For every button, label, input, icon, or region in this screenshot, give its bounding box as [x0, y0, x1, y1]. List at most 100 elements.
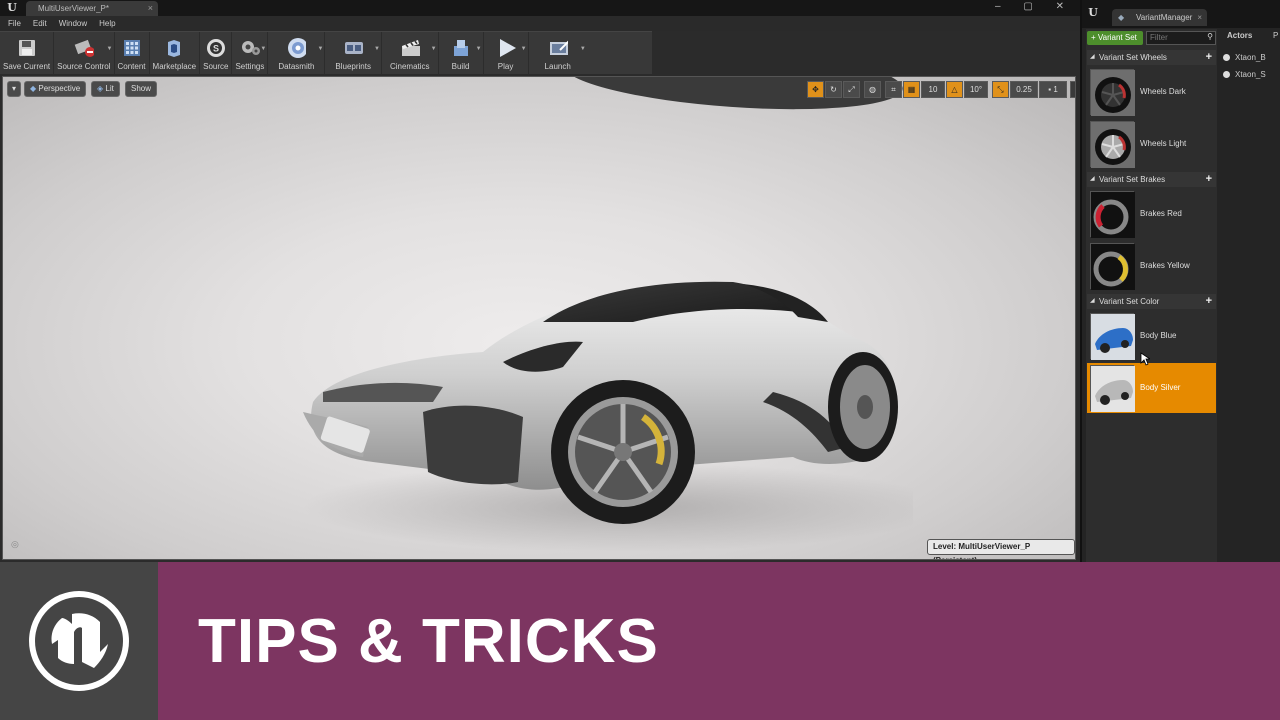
lit-button[interactable]: ◈ Lit	[91, 81, 120, 97]
collapse-arrow-icon[interactable]: ◢	[1090, 294, 1095, 309]
dropdown-arrow-icon[interactable]: ▼	[374, 46, 380, 52]
launch-button[interactable]: Launch ▼	[529, 32, 587, 75]
collapse-arrow-icon[interactable]: ◢	[1090, 172, 1095, 187]
variant-manager-tab[interactable]: ◆ VariantManager ×	[1112, 9, 1207, 26]
save-current-button[interactable]: Save Current	[0, 32, 55, 75]
source-label: Source	[203, 62, 229, 71]
variant-set-header[interactable]: ◢ Variant Set Brakes +	[1087, 172, 1216, 187]
camera-speed-value: 1	[1053, 85, 1058, 94]
build-button[interactable]: Build ▼	[439, 32, 484, 75]
variant-item[interactable]: Wheels Light	[1087, 119, 1216, 169]
document-tab[interactable]: MultiUserViewer_P* ×	[26, 1, 158, 16]
car-render-image	[303, 281, 913, 552]
variant-set-header[interactable]: ◢ Variant Set Color +	[1087, 294, 1216, 309]
grid-snap-icon[interactable]: ▦	[903, 81, 920, 98]
blueprints-button[interactable]: Blueprints ▼	[325, 32, 382, 75]
viewport-options-button[interactable]: ▾	[7, 81, 21, 97]
dropdown-arrow-icon[interactable]: ▼	[476, 46, 482, 52]
rotate-tool-icon[interactable]: ↻	[825, 81, 842, 98]
add-variant-set-button[interactable]: + Variant Set	[1087, 31, 1143, 45]
play-label: Play	[497, 62, 514, 71]
banner-title: TIPS & TRICKS	[198, 607, 659, 676]
actors-column-header: Actors	[1227, 31, 1253, 40]
play-icon	[496, 38, 516, 58]
unreal-engine-logo-icon	[29, 591, 129, 691]
rotation-snap-icon[interactable]: △	[946, 81, 963, 98]
filter-input[interactable]: Filter ⚲	[1146, 31, 1216, 45]
dropdown-arrow-icon[interactable]: ▼	[521, 46, 527, 52]
world-local-icon[interactable]: ◍	[864, 81, 881, 98]
marketplace-icon	[164, 38, 184, 58]
dropdown-arrow-icon[interactable]: ▼	[107, 46, 113, 52]
scale-snap-icon[interactable]: ⤡	[992, 81, 1009, 98]
translate-tool-icon[interactable]: ✥	[807, 81, 824, 98]
content-button[interactable]: Content	[115, 32, 150, 75]
maximize-viewport-icon[interactable]: ⧉	[1070, 81, 1075, 98]
source-button[interactable]: S Source	[200, 32, 233, 75]
title-bar: U MultiUserViewer_P* × – ▢ ✕	[0, 0, 1080, 16]
datasmith-button[interactable]: Datasmith ▼	[268, 32, 326, 75]
source-control-button[interactable]: Source Control ▼	[54, 32, 115, 75]
blueprints-label: Blueprints	[335, 62, 371, 71]
variant-thumbnail	[1090, 313, 1135, 360]
dropdown-arrow-icon[interactable]: ▼	[260, 46, 266, 52]
cinematics-icon	[400, 38, 420, 58]
cinematics-button[interactable]: Cinematics ▼	[382, 32, 439, 75]
variant-set-header[interactable]: ◢ Variant Set Wheels +	[1087, 50, 1216, 65]
document-tab-label: MultiUserViewer_P*	[38, 4, 109, 13]
perspective-button[interactable]: ◆ Perspective	[24, 81, 87, 97]
variant-item[interactable]: Brakes Yellow	[1087, 241, 1216, 291]
actor-item[interactable]: Xtaon_B	[1223, 53, 1266, 62]
variant-item[interactable]: Brakes Red	[1087, 189, 1216, 239]
add-variant-icon[interactable]: +	[1206, 50, 1212, 65]
rotation-snap-value[interactable]: 10°	[964, 81, 988, 98]
unreal-logo-icon: U	[7, 1, 17, 14]
menu-window[interactable]: Window	[59, 16, 87, 31]
variant-thumbnail	[1090, 365, 1135, 412]
actor-item[interactable]: Xtaon_S	[1223, 70, 1266, 79]
actor-label: Xtaon_S	[1235, 70, 1266, 79]
variant-label: Body Silver	[1140, 383, 1181, 392]
dropdown-arrow-icon[interactable]: ▼	[317, 46, 323, 52]
screen: U MultiUserViewer_P* × – ▢ ✕ File Edit W…	[0, 0, 1280, 720]
dropdown-arrow-icon[interactable]: ▼	[580, 46, 586, 52]
show-button[interactable]: Show	[125, 81, 158, 97]
menu-edit[interactable]: Edit	[33, 16, 47, 31]
settings-button[interactable]: Settings ▼	[232, 32, 269, 75]
toolbar-empty-area	[652, 31, 1080, 74]
datasmith-label: Datasmith	[278, 62, 315, 71]
window-controls[interactable]: – ▢ ✕	[995, 1, 1074, 12]
variant-label: Wheels Dark	[1140, 87, 1186, 96]
camera-speed-button[interactable]: ▪ 1	[1039, 81, 1067, 98]
save-icon	[17, 38, 37, 58]
add-variant-icon[interactable]: +	[1206, 294, 1212, 309]
scale-snap-value[interactable]: 0.25	[1010, 81, 1038, 98]
marketplace-button[interactable]: Marketplace	[150, 32, 201, 75]
marketplace-label: Marketplace	[152, 62, 197, 71]
search-icon: ⚲	[1207, 32, 1213, 41]
grid-snap-value[interactable]: 10	[921, 81, 945, 98]
content-label: Content	[117, 62, 146, 71]
variant-item[interactable]: Body Blue	[1087, 311, 1216, 361]
add-variant-icon[interactable]: +	[1206, 172, 1212, 187]
collapse-arrow-icon[interactable]: ◢	[1090, 50, 1095, 65]
close-tab-icon[interactable]: ×	[1197, 9, 1202, 26]
mouse-cursor-icon	[1140, 352, 1150, 366]
menu-help[interactable]: Help	[99, 16, 115, 31]
surface-snap-icon[interactable]: ⌗	[885, 81, 902, 98]
properties-column-header: P	[1273, 31, 1279, 40]
dropdown-arrow-icon[interactable]: ▼	[431, 46, 437, 52]
variant-item-selected[interactable]: Body Silver	[1087, 363, 1216, 413]
play-button[interactable]: Play ▼	[484, 32, 529, 75]
variant-item[interactable]: Wheels Dark	[1087, 67, 1216, 117]
variant-set-name: Variant Set Wheels	[1099, 53, 1167, 62]
perspective-icon: ◆	[30, 84, 37, 93]
level-viewport[interactable]: ▾ ◆ Perspective ◈ Lit Show ✥ ↻ ⤢ ◍ ⌗ ▦ 1…	[2, 76, 1076, 560]
show-label: Show	[131, 84, 152, 93]
cinematics-label: Cinematics	[389, 62, 430, 71]
menu-file[interactable]: File	[8, 16, 21, 31]
scale-tool-icon[interactable]: ⤢	[843, 81, 860, 98]
camera-icon: ▪	[1048, 85, 1052, 94]
lit-label: Lit	[105, 84, 114, 93]
close-tab-icon[interactable]: ×	[148, 1, 153, 16]
